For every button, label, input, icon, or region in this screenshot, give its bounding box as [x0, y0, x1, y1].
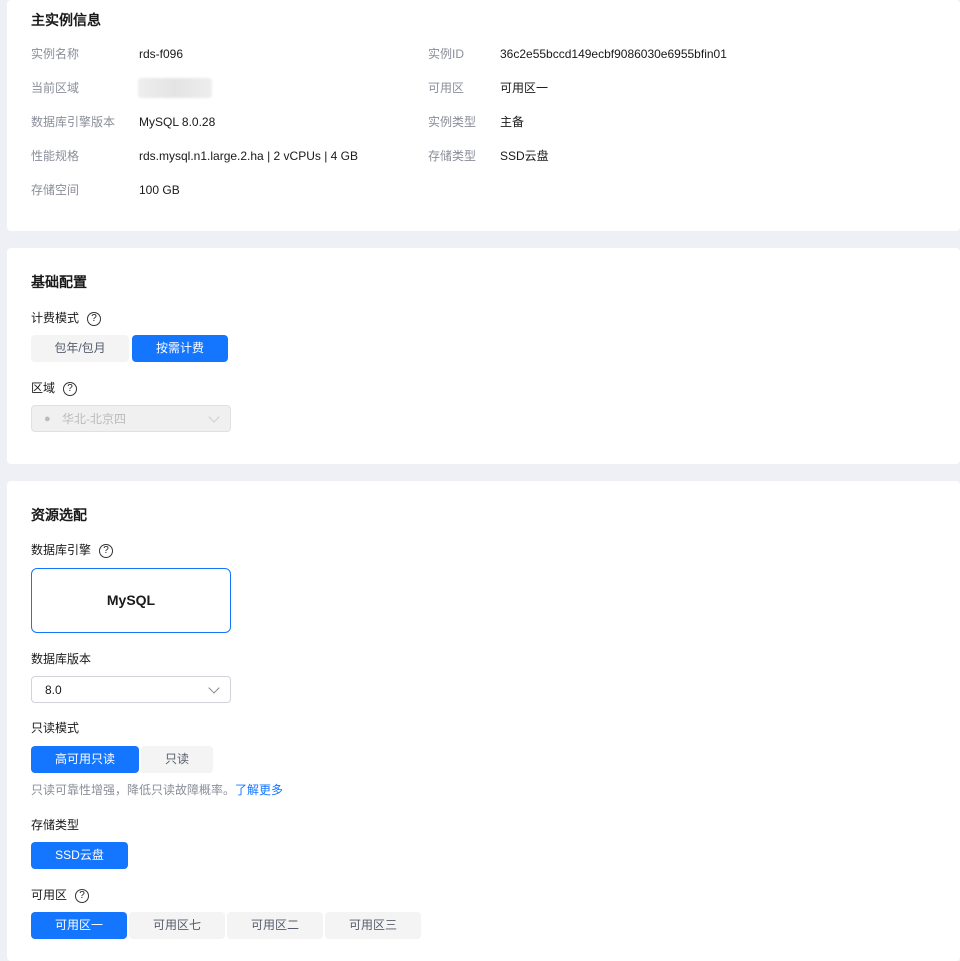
label-storage-type: 存储类型 [428, 149, 477, 163]
label-current-region: 当前区域 [31, 81, 80, 95]
readonly-ha-button[interactable]: 高可用只读 [31, 746, 139, 773]
readonly-mode-label: 只读模式 [31, 721, 80, 735]
az-label-text: 可用区 [31, 888, 68, 902]
label-az: 可用区 [428, 81, 465, 95]
label-instance-type: 实例类型 [428, 115, 477, 129]
db-version-label: 数据库版本 [31, 652, 92, 666]
label-instance-name: 实例名称 [31, 47, 80, 61]
chevron-down-icon [208, 411, 220, 423]
value-spec: rds.mysql.n1.large.2.ha | 2 vCPUs | 4 GB [139, 149, 358, 163]
billing-mode-label-text: 计费模式 [31, 311, 80, 325]
az-option-2[interactable]: 可用区二 [227, 912, 323, 939]
region-label: 区域? [31, 380, 78, 396]
value-instance-name: rds-f096 [139, 47, 184, 61]
db-version-select[interactable]: 8.0 [31, 676, 231, 703]
billing-pay-per-use-button[interactable]: 按需计费 [132, 335, 228, 362]
blurred-region-value [138, 78, 212, 98]
db-version-value: 8.0 [45, 683, 62, 697]
region-select[interactable]: ● 华北-北京四 [31, 405, 231, 432]
section-title: 基础配置 [31, 274, 87, 290]
help-icon[interactable]: ? [99, 543, 114, 558]
main-instance-info-card: 主实例信息 实例名称 rds-f096 当前区域 数据库引擎版本 MySQL 8… [7, 0, 960, 231]
readonly-hint: 只读可靠性增强，降低只读故障概率。了解更多 [31, 782, 283, 798]
az-label: 可用区? [31, 887, 90, 903]
region-label-text: 区域 [31, 381, 56, 395]
help-icon[interactable]: ? [87, 311, 102, 326]
az-option-1[interactable]: 可用区一 [31, 912, 127, 939]
label-spec: 性能规格 [31, 149, 80, 163]
region-value: 华北-北京四 [62, 412, 126, 426]
billing-mode-label: 计费模式? [31, 310, 102, 326]
help-icon[interactable]: ? [75, 888, 90, 903]
readonly-hint-text: 只读可靠性增强，降低只读故障概率。 [31, 783, 236, 797]
storage-type-label: 存储类型 [31, 818, 80, 832]
storage-ssd-button[interactable]: SSD云盘 [31, 842, 128, 869]
db-engine-label-text: 数据库引擎 [31, 543, 92, 557]
value-az: 可用区一 [500, 81, 549, 95]
value-instance-type: 主备 [500, 115, 525, 129]
value-storage-type: SSD云盘 [500, 149, 549, 163]
label-instance-id: 实例ID [428, 47, 465, 61]
db-engine-label: 数据库引擎? [31, 542, 114, 558]
value-instance-id: 36c2e55bccd149ecbf9086030e6955bfin01 [500, 47, 727, 61]
basic-config-card: 基础配置 计费模式? 包年/包月 按需计费 区域? ● 华北-北京四 [7, 248, 960, 464]
value-engine-version: MySQL 8.0.28 [139, 115, 216, 129]
label-storage-space: 存储空间 [31, 183, 80, 197]
section-title: 主实例信息 [31, 12, 101, 28]
engine-option-mysql[interactable]: MySQL [31, 568, 231, 633]
help-icon[interactable]: ? [63, 381, 78, 396]
chevron-down-icon [208, 682, 220, 694]
az-option-7[interactable]: 可用区七 [129, 912, 225, 939]
resource-config-card: 资源选配 数据库引擎? MySQL 数据库版本 8.0 只读模式 高可用只读 只… [7, 481, 960, 961]
az-option-3[interactable]: 可用区三 [325, 912, 421, 939]
learn-more-link[interactable]: 了解更多 [235, 783, 283, 797]
label-engine-version: 数据库引擎版本 [31, 115, 116, 129]
section-title: 资源选配 [31, 507, 87, 523]
location-pin-icon: ● [44, 413, 51, 425]
value-storage-space: 100 GB [139, 183, 180, 197]
readonly-basic-button[interactable]: 只读 [141, 746, 213, 773]
billing-yearly-monthly-button[interactable]: 包年/包月 [31, 335, 129, 362]
